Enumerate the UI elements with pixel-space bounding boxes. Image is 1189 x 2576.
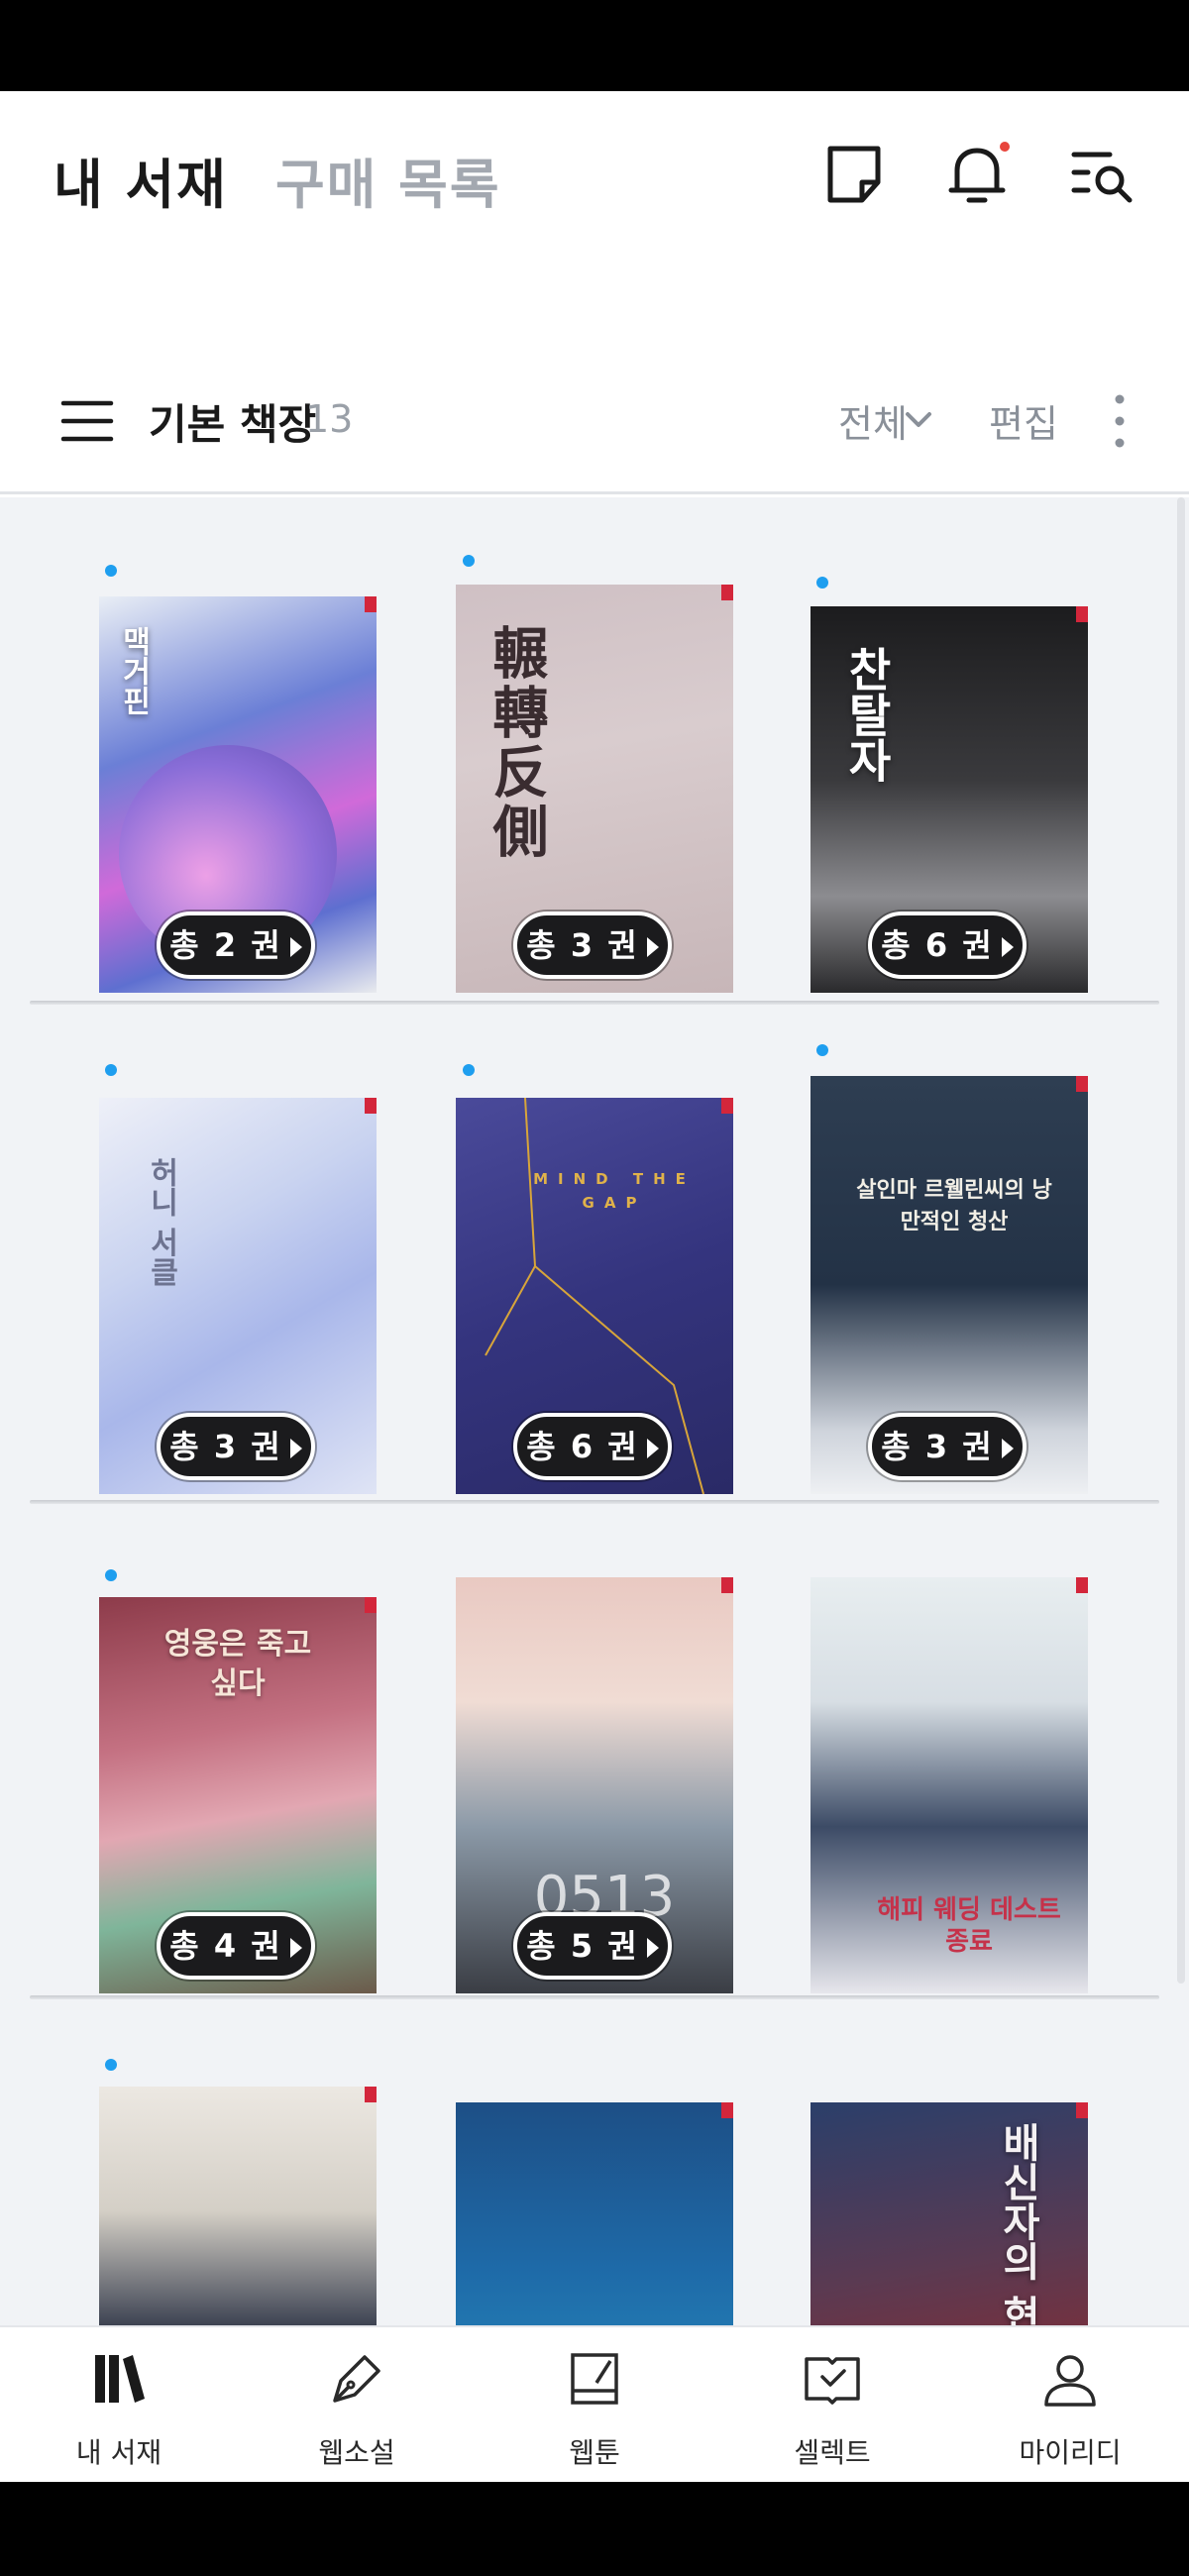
search-list-icon[interactable] <box>1066 139 1137 210</box>
volume-count-badge[interactable]: 총 4 권 <box>157 1912 315 1980</box>
vertical-scrollbar[interactable] <box>1177 497 1185 1984</box>
age-restriction-tag <box>721 1098 733 1114</box>
system-navigation-bar <box>0 2482 1189 2576</box>
book-card[interactable]: 0513 총 5 권 <box>456 1577 733 1993</box>
new-indicator-dot <box>816 577 828 589</box>
new-indicator-dot <box>105 565 117 577</box>
library-icon <box>95 2355 145 2403</box>
volume-count-badge[interactable]: 총 3 권 <box>868 1413 1027 1480</box>
nav-item-select[interactable]: 셀렉트 <box>733 2327 931 2482</box>
volume-count-badge[interactable]: 총 2 권 <box>157 912 315 979</box>
status-bar <box>0 0 1189 91</box>
cover-title: 찬탈자 <box>840 646 894 783</box>
book-card[interactable]: 맥거핀 총 2 권 <box>99 596 377 993</box>
nav-label: 웹소설 <box>318 2436 395 2469</box>
more-options-icon[interactable] <box>1106 391 1134 451</box>
bottom-navigation: 내 서재 웹소설 웹툰 셀렉트 마이리디 <box>0 2325 1189 2482</box>
age-restriction-tag <box>365 1098 377 1114</box>
cover-title: 허니 서클 <box>144 1157 178 1287</box>
nav-item-my-ridi[interactable]: 마이리디 <box>971 2327 1169 2482</box>
volume-count-badge[interactable]: 총 5 권 <box>513 1912 672 1980</box>
volume-count-badge[interactable]: 총 6 권 <box>868 912 1027 979</box>
age-restriction-tag <box>1076 1076 1088 1092</box>
new-indicator-dot <box>816 1044 828 1056</box>
memo-icon[interactable] <box>818 139 890 210</box>
age-restriction-tag <box>1076 1577 1088 1593</box>
nav-item-my-library[interactable]: 내 서재 <box>20 2327 218 2482</box>
shelf-toolbar: 기본 책장 13 전체 편집 <box>0 265 1189 494</box>
age-restriction-tag <box>365 596 377 612</box>
nav-item-web-novel[interactable]: 웹소설 <box>258 2327 456 2482</box>
book-cover[interactable]: 해피 웨딩 데스트 종료 <box>811 1577 1088 1993</box>
book-grid: 맥거핀 총 2 권 輾轉反側 총 3 권 찬탈자 총 6 권 허니 서클 총 3… <box>0 497 1189 2419</box>
new-indicator-dot <box>105 2059 117 2071</box>
tab-purchase-list[interactable]: 구매 목록 <box>275 141 501 219</box>
new-indicator-dot <box>463 1064 475 1076</box>
cover-title: 맥거핀 <box>116 626 151 715</box>
cover-title: MIND THE GAP <box>533 1170 696 1212</box>
shelf-divider <box>30 1995 1159 1999</box>
book-card[interactable]: MIND THE GAP 총 6 권 <box>456 1098 733 1494</box>
bell-icon[interactable] <box>941 139 1013 210</box>
profile-icon <box>1044 2355 1096 2407</box>
volume-count-badge[interactable]: 총 3 권 <box>157 1413 315 1480</box>
age-restriction-tag <box>721 585 733 600</box>
book-card[interactable]: 찬탈자 총 6 권 <box>811 606 1088 993</box>
select-book-icon <box>805 2357 860 2405</box>
nav-label: 마이리디 <box>1019 2436 1122 2469</box>
volume-count-badge[interactable]: 총 6 권 <box>513 1413 672 1480</box>
age-restriction-tag <box>721 1577 733 1593</box>
shelf-count: 13 <box>305 397 354 441</box>
nav-label: 내 서재 <box>75 2436 162 2469</box>
cover-title: 살인마 르웰린씨의 낭만적인 청산 <box>856 1178 1052 1234</box>
cover-title: 輾轉反側 <box>484 624 548 862</box>
book-card[interactable]: 영웅은 죽고 싶다 총 4 권 <box>99 1597 377 1993</box>
age-restriction-tag <box>365 1597 377 1613</box>
volume-count-badge[interactable]: 총 3 권 <box>513 912 672 979</box>
edit-button[interactable]: 편집 <box>989 393 1058 448</box>
new-indicator-dot <box>463 555 475 567</box>
pen-icon <box>333 2355 380 2403</box>
tab-my-library[interactable]: 내 서재 <box>54 141 228 219</box>
book-card[interactable]: 허니 서클 총 3 권 <box>99 1098 377 1494</box>
age-restriction-tag <box>365 2087 377 2102</box>
shelf-name[interactable]: 기본 책장 <box>149 391 316 452</box>
shelf-divider <box>30 1500 1159 1504</box>
filter-dropdown[interactable]: 전체 <box>838 393 908 448</box>
book-card[interactable]: 輾轉反側 총 3 권 <box>456 585 733 993</box>
book-card[interactable]: 해피 웨딩 데스트 종료 <box>811 1577 1088 1993</box>
age-restriction-tag <box>1076 2102 1088 2118</box>
chevron-down-icon[interactable] <box>904 409 933 431</box>
age-restriction-tag <box>721 2102 733 2118</box>
cover-title: 해피 웨딩 데스트 종료 <box>877 1895 1061 1957</box>
webtoon-icon <box>571 2353 618 2405</box>
hamburger-menu-icon[interactable] <box>59 393 115 449</box>
age-restriction-tag <box>1076 606 1088 622</box>
nav-item-webtoon[interactable]: 웹툰 <box>495 2327 694 2482</box>
book-card[interactable]: 살인마 르웰린씨의 낭만적인 청산 총 3 권 <box>811 1076 1088 1494</box>
new-indicator-dot <box>105 1569 117 1581</box>
top-header: 내 서재 구매 목록 <box>0 91 1189 265</box>
app-window: 내 서재 구매 목록 기본 책장 13 전체 편집 맥거핀 총 2 권 輾轉反側… <box>0 91 1189 2482</box>
new-indicator-dot <box>105 1064 117 1076</box>
shelf-divider <box>30 1001 1159 1005</box>
nav-label: 웹툰 <box>569 2436 620 2469</box>
nav-label: 셀렉트 <box>794 2436 871 2469</box>
cover-title: 영웅은 죽고 싶다 <box>163 1627 312 1701</box>
